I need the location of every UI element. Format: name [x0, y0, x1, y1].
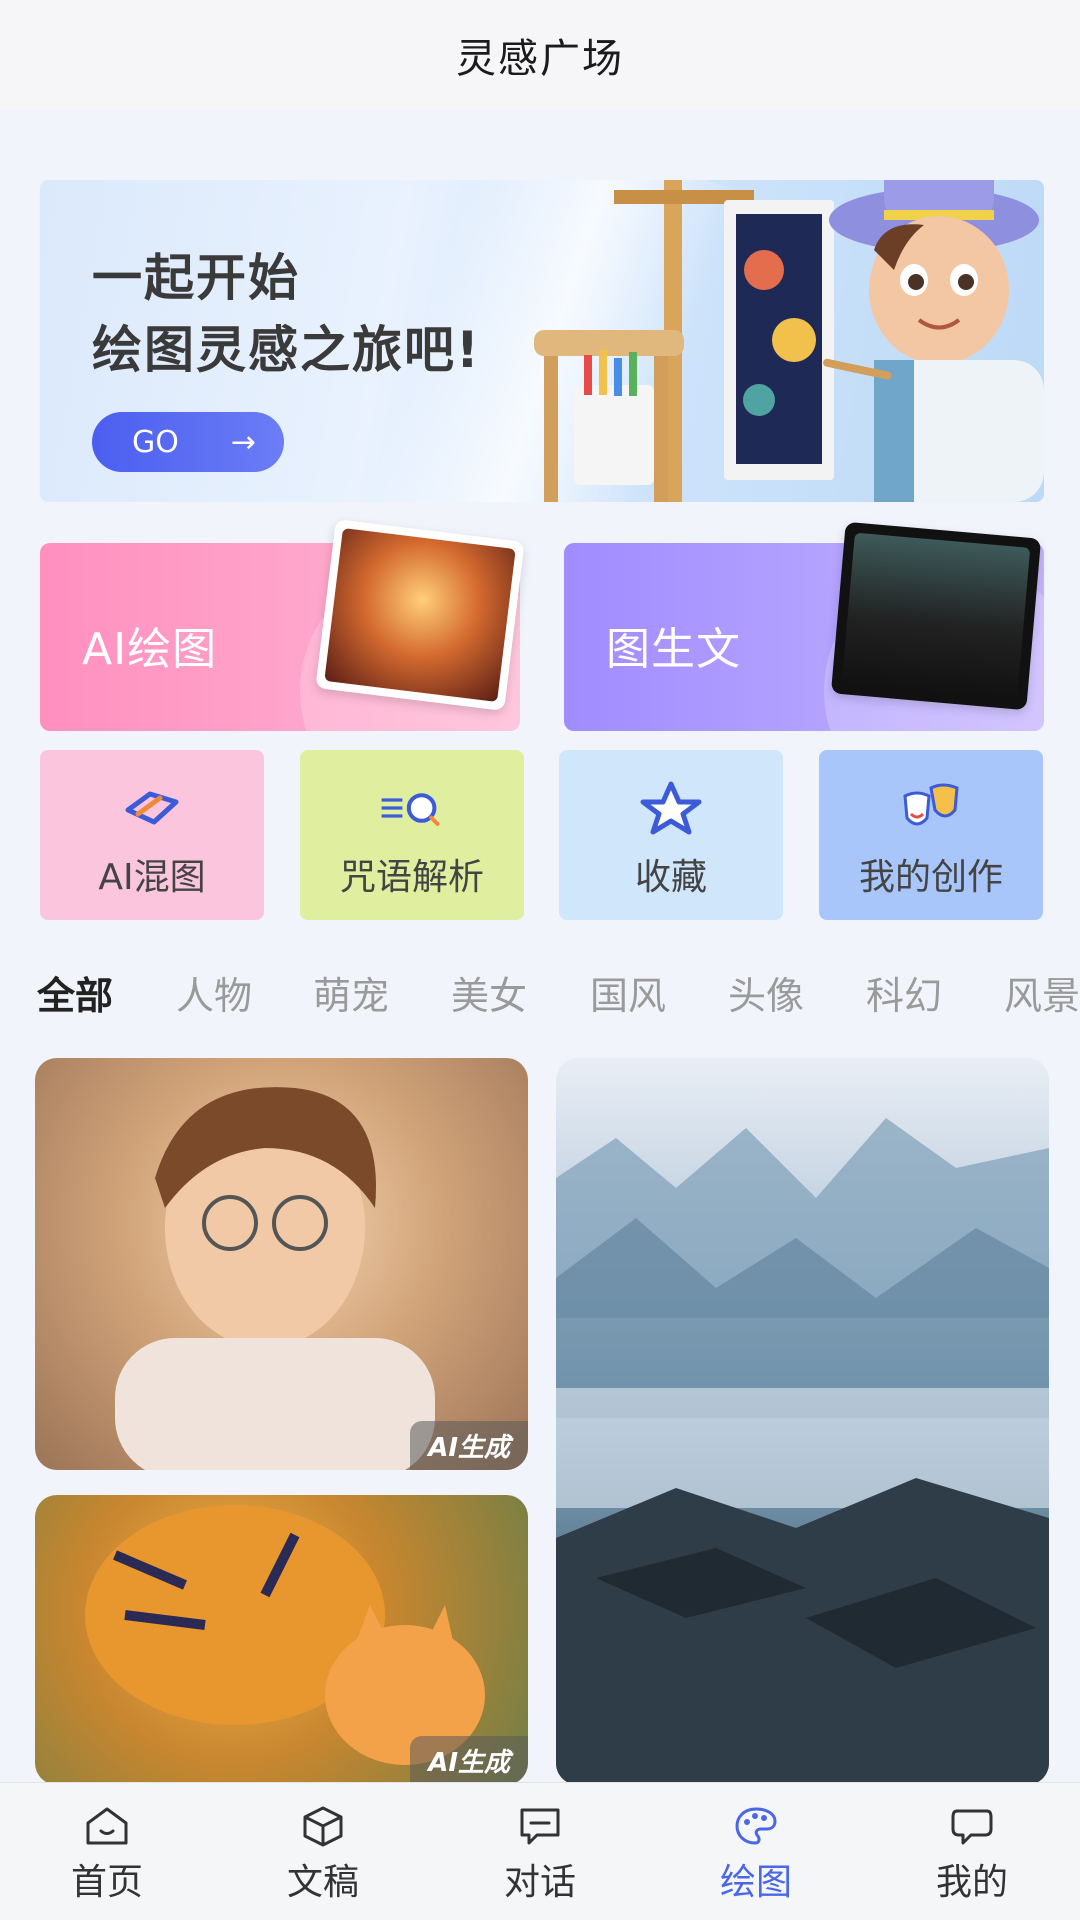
tab-avatar[interactable]: 头像 [728, 965, 804, 1020]
tab-people[interactable]: 人物 [176, 965, 252, 1020]
banner-illustration [534, 180, 1044, 502]
nav-documents[interactable]: 文稿 [243, 1783, 403, 1920]
gallery-card[interactable] [556, 1058, 1049, 1785]
prompt-search-icon [381, 793, 440, 826]
go-button-label: GO [132, 424, 179, 460]
nav-label: 文稿 [286, 1862, 359, 1903]
portrait-image [115, 1087, 435, 1470]
ai-drawing-thumbnail [315, 519, 525, 711]
profile-icon [951, 1809, 993, 1845]
favorites-tile[interactable]: 收藏 [559, 750, 783, 920]
nav-profile[interactable]: 我的 [892, 1783, 1052, 1920]
image-to-text-thumbnail [830, 521, 1042, 711]
page-title: 灵感广场 [456, 36, 624, 82]
ai-mix-tile[interactable]: AI混图 [40, 750, 264, 920]
nav-home[interactable]: 首页 [27, 1783, 187, 1920]
go-button[interactable]: GO → [92, 412, 284, 472]
hero-banner[interactable]: 一起开始 绘图灵感之旅吧! GO → [40, 180, 1044, 502]
tab-chinese-style[interactable]: 国风 [590, 965, 666, 1020]
tab-landscape[interactable]: 风景 [1004, 965, 1080, 1020]
banner-headline-1: 一起开始 [92, 249, 300, 307]
nav-label: 对话 [503, 1862, 576, 1903]
banner-headline-2: 绘图灵感之旅吧! [92, 321, 481, 379]
category-tabs: 全部 人物 萌宠 美女 国风 头像 科幻 风景 [0, 965, 1080, 1035]
prompt-analysis-tile[interactable]: 咒语解析 [300, 750, 524, 920]
favorites-label: 收藏 [634, 857, 707, 898]
my-creations-label: 我的创作 [858, 857, 1003, 898]
arrow-right-icon: → [230, 424, 256, 460]
tab-all[interactable]: 全部 [37, 965, 113, 1020]
star-icon [640, 781, 702, 835]
chat-icon [520, 1808, 560, 1845]
palette-icon [735, 1807, 777, 1845]
ai-generated-badge: AI生成 [410, 1421, 528, 1470]
my-creations-tile[interactable]: 我的创作 [819, 750, 1043, 920]
nav-drawing[interactable]: 绘图 [676, 1783, 836, 1920]
nav-label: 绘图 [719, 1862, 792, 1903]
cube-icon [303, 1806, 343, 1847]
prompt-analysis-label: 咒语解析 [339, 857, 484, 898]
tab-sci-fi[interactable]: 科幻 [866, 965, 942, 1020]
top-bar: 灵感广场 [0, 0, 1080, 110]
image-to-text-label: 图生文 [606, 624, 741, 675]
masks-icon [903, 783, 959, 826]
ai-generated-badge: AI生成 [410, 1736, 528, 1785]
tab-pets[interactable]: 萌宠 [313, 965, 389, 1020]
gallery-card[interactable]: AI生成 [35, 1495, 528, 1785]
mix-images-icon [125, 791, 179, 825]
bottom-nav: 首页 文稿 对话 绘图 我的 [0, 1782, 1080, 1920]
nav-chat[interactable]: 对话 [460, 1783, 620, 1920]
ai-drawing-label: AI绘图 [82, 624, 218, 675]
misty-village-image [556, 1118, 1049, 1785]
nav-label: 首页 [70, 1862, 143, 1903]
gallery-card[interactable]: AI生成 [35, 1058, 528, 1470]
nav-label: 我的 [935, 1862, 1008, 1903]
home-icon [86, 1807, 128, 1845]
tab-beauty[interactable]: 美女 [451, 965, 527, 1020]
ai-mix-label: AI混图 [98, 857, 206, 898]
